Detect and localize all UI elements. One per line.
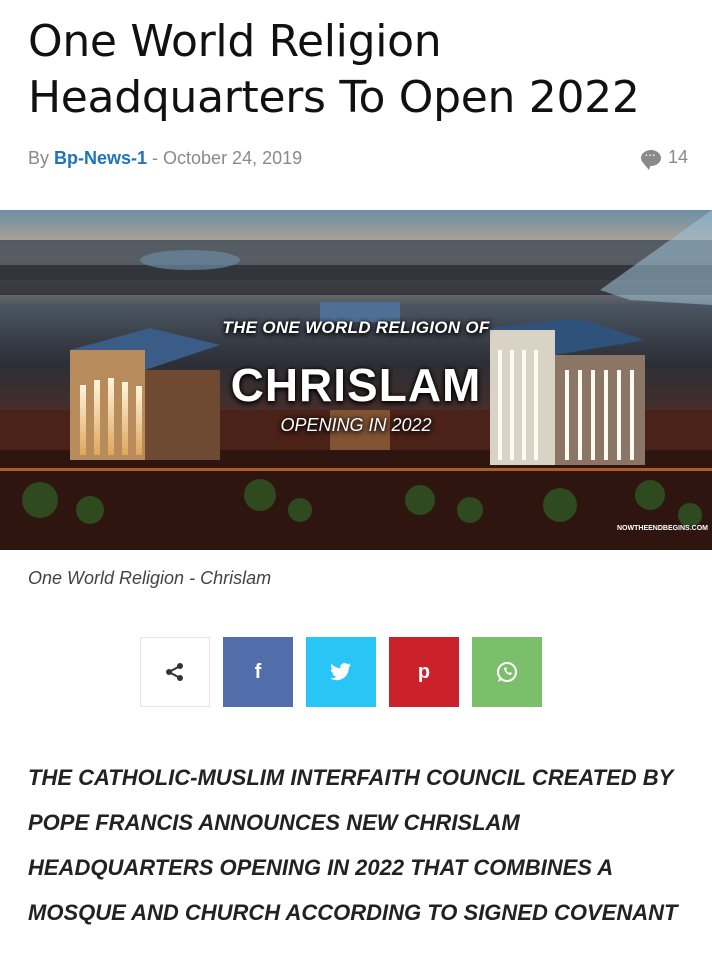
meta-separator: -	[152, 148, 159, 168]
pinterest-icon: p	[417, 660, 431, 683]
hero-watermark: NOWTHEENDBEGINS.COM	[617, 525, 708, 532]
hero-overlay-line2: CHRISLAM	[230, 359, 482, 411]
hero-overlay-line3: OPENING IN 2022	[280, 415, 432, 435]
article-meta: By Bp-News-1 - October 24, 2019	[28, 148, 688, 169]
share-bar: f p	[140, 637, 542, 707]
comment-bubble-icon	[640, 146, 661, 170]
hero-overlay-line1: THE ONE WORLD RELIGION OF	[222, 318, 490, 337]
whatsapp-icon	[497, 662, 517, 682]
share-button[interactable]	[140, 637, 220, 707]
share-icon	[166, 663, 183, 681]
facebook-share-button[interactable]: f	[223, 637, 293, 707]
whatsapp-share-button[interactable]	[472, 637, 542, 707]
facebook-icon: f	[254, 660, 262, 683]
author-link[interactable]: Bp-News-1	[54, 148, 147, 169]
publish-date: October 24, 2019	[163, 148, 303, 168]
image-caption: One World Religion - Chrislam	[28, 568, 272, 588]
twitter-share-button[interactable]	[306, 637, 376, 707]
by-label: By	[28, 148, 50, 168]
comments-count[interactable]: 14	[640, 146, 688, 170]
article-title: One World Religion Headquarters To Open …	[28, 16, 640, 123]
article-body: THE CATHOLIC-MUSLIM INTERFAITH COUNCIL C…	[28, 765, 678, 925]
twitter-bird-icon	[330, 663, 351, 681]
hero-image: THE ONE WORLD RELIGION OF CHRISLAM OPENI…	[0, 210, 712, 550]
pinterest-share-button[interactable]: p	[389, 637, 459, 707]
comment-count-value: 14	[667, 147, 688, 167]
